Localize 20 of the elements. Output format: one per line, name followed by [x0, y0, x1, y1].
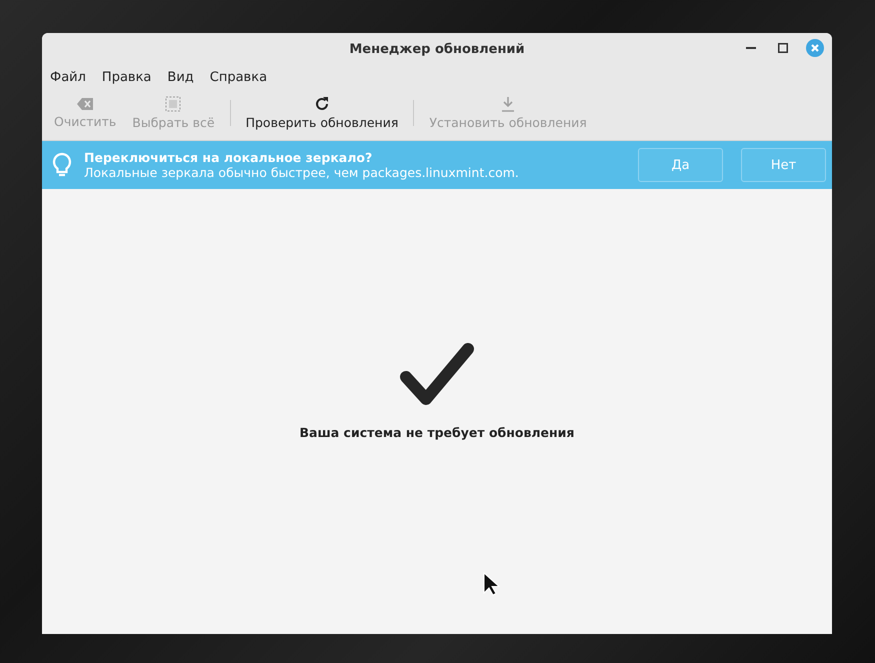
- backspace-icon: [76, 97, 94, 111]
- status-message: Ваша система не требует обновления: [300, 425, 574, 440]
- menu-item[interactable]: Справка: [202, 67, 276, 88]
- selection-icon: [165, 96, 182, 112]
- checkmark-icon: [399, 343, 475, 407]
- maximize-icon: [778, 43, 788, 53]
- info-title: Переключиться на локальное зеркало?: [84, 150, 374, 165]
- toolbar-button[interactable]: Проверить обновления: [238, 94, 406, 132]
- window-title: Менеджер обновлений: [349, 42, 525, 56]
- lightbulb-icon: [52, 152, 72, 178]
- download-icon: [501, 96, 516, 112]
- menu-item[interactable]: Правка: [94, 67, 160, 88]
- minimize-icon: [746, 47, 756, 49]
- mouse-pointer-icon: [483, 572, 501, 596]
- close-icon: [806, 39, 824, 57]
- menu-item[interactable]: Файл: [42, 67, 94, 88]
- refresh-icon: [314, 96, 330, 112]
- close-button[interactable]: [806, 39, 824, 57]
- menu-item[interactable]: Вид: [159, 67, 202, 88]
- info-message: Локальные зеркала обычно быстрее, чем packages.linuxmint.com.: [84, 165, 520, 180]
